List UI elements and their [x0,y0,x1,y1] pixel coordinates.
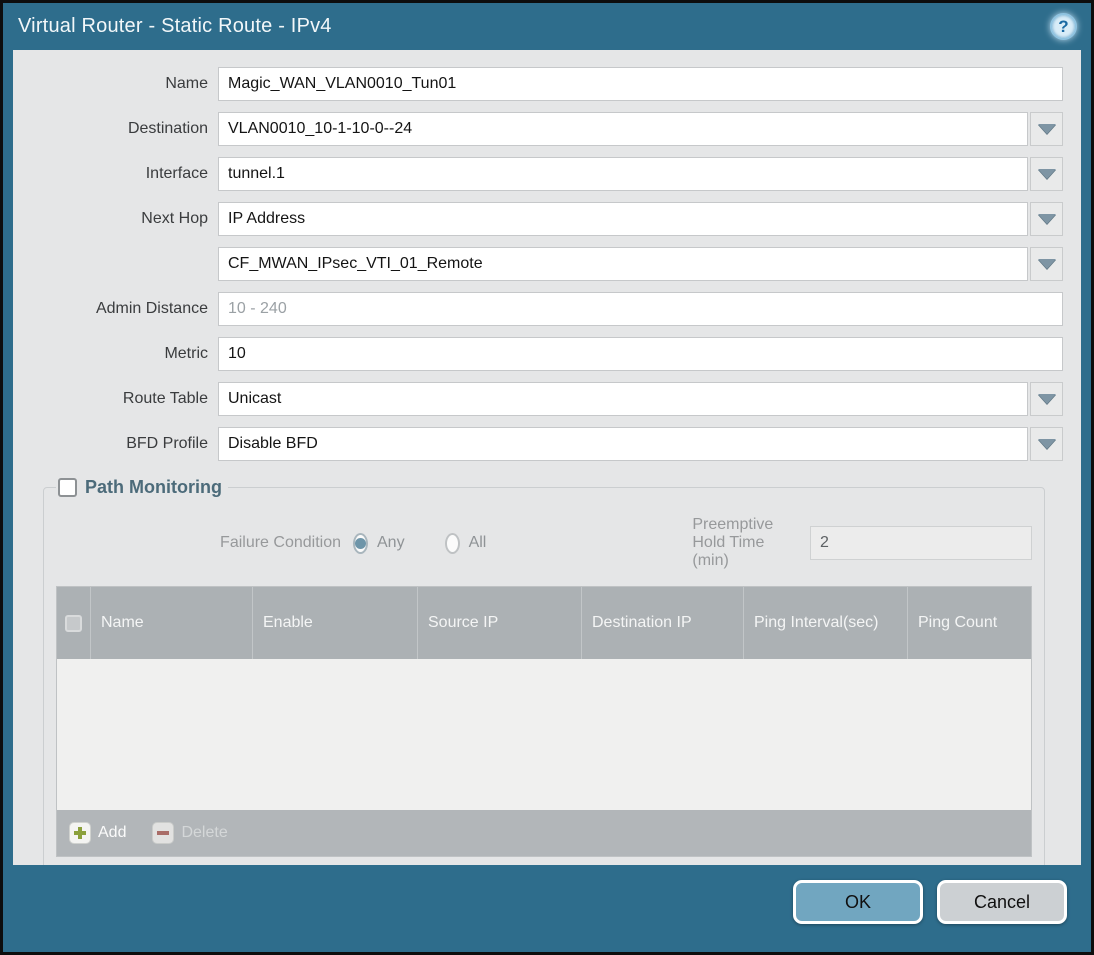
form-row-destination: Destination VLAN0010_10-1-10-0--24 [13,112,1063,146]
failure-condition-row: Failure Condition Any All Preemptive Hol… [56,516,1032,570]
preemptive-hold-time-label: Preemptive Hold Time (min) [692,516,774,569]
delete-button-label: Delete [181,824,228,841]
bfd-profile-input[interactable]: Disable BFD [218,427,1028,461]
plus-icon [69,822,91,844]
route-table-dropdown-button[interactable] [1030,382,1063,416]
help-icon[interactable]: ? [1050,13,1077,40]
table-header-checkbox-cell [57,587,90,659]
destination-label: Destination [127,120,208,137]
chevron-down-icon [1037,214,1056,224]
form-row-admin-distance: Admin Distance [13,292,1063,326]
next-hop-value-input[interactable]: CF_MWAN_IPsec_VTI_01_Remote [218,247,1028,281]
table-header-row: Name Enable Source IP Destination IP Pin… [57,587,1031,659]
add-button-label: Add [98,824,127,841]
route-table-input[interactable]: Unicast [218,382,1028,416]
form-row-interface: Interface tunnel.1 [13,157,1063,191]
admin-distance-input[interactable] [218,292,1063,326]
failure-condition-label: Failure Condition [220,534,341,551]
add-button[interactable]: Add [69,822,126,844]
delete-button[interactable]: Delete [152,822,228,844]
form-row-next-hop-value: CF_MWAN_IPsec_VTI_01_Remote [13,247,1063,281]
failure-condition-any-label: Any [377,534,405,551]
form-row-next-hop: Next Hop IP Address [13,202,1063,236]
chevron-down-icon [1037,169,1056,179]
metric-input[interactable] [218,337,1063,371]
form-row-route-table: Route Table Unicast [13,382,1063,416]
path-monitoring-table: Name Enable Source IP Destination IP Pin… [56,586,1032,857]
table-header-ping-count[interactable]: Ping Count [907,587,1031,659]
bfd-profile-dropdown-button[interactable] [1030,427,1063,461]
next-hop-type-dropdown-button[interactable] [1030,202,1063,236]
name-input[interactable] [218,67,1063,101]
table-header-name[interactable]: Name [90,587,252,659]
name-label: Name [165,75,208,92]
table-body-empty [57,659,1031,810]
path-monitoring-section: Path Monitoring Failure Condition Any Al… [43,477,1045,865]
dialog-footer: OK Cancel [3,865,1091,952]
form-row-bfd-profile: BFD Profile Disable BFD [13,427,1063,461]
failure-condition-all-label: All [468,534,487,551]
table-header-enable[interactable]: Enable [252,587,417,659]
failure-condition-all-radio[interactable] [444,532,460,554]
table-header-source-ip[interactable]: Source IP [417,587,581,659]
table-toolbar: Add Delete [57,810,1031,856]
path-monitoring-checkbox[interactable] [58,478,77,497]
interface-dropdown-button[interactable] [1030,157,1063,191]
chevron-down-icon [1037,259,1056,269]
table-header-destination-ip[interactable]: Destination IP [581,587,743,659]
chevron-down-icon [1037,439,1056,449]
select-all-checkbox[interactable] [65,614,82,632]
next-hop-value-dropdown-button[interactable] [1030,247,1063,281]
form-row-name: Name [13,67,1063,101]
dialog-titlebar: Virtual Router - Static Route - IPv4 ? [3,3,1091,50]
route-table-label: Route Table [122,390,208,407]
next-hop-label: Next Hop [141,210,208,227]
chevron-down-icon [1037,394,1056,404]
bfd-profile-label: BFD Profile [126,435,208,452]
metric-label: Metric [164,345,208,362]
preemptive-hold-time-input[interactable] [810,526,1032,560]
path-monitoring-title: Path Monitoring [85,477,222,497]
interface-label: Interface [145,165,208,182]
static-route-dialog: Virtual Router - Static Route - IPv4 ? N… [0,0,1094,955]
form-row-metric: Metric [13,337,1063,371]
minus-icon [152,822,175,844]
admin-distance-label: Admin Distance [95,300,208,317]
table-header-ping-interval[interactable]: Ping Interval(sec) [743,587,907,659]
failure-condition-any-radio[interactable] [353,532,368,554]
path-monitoring-legend: Path Monitoring [56,477,228,498]
destination-input[interactable]: VLAN0010_10-1-10-0--24 [218,112,1028,146]
interface-input[interactable]: tunnel.1 [218,157,1028,191]
cancel-button[interactable]: Cancel [937,880,1067,924]
ok-button[interactable]: OK [793,880,923,924]
dialog-content: Name Destination VLAN0010_10-1-10-0--24 … [13,50,1081,865]
next-hop-type-input[interactable]: IP Address [218,202,1028,236]
dialog-title: Virtual Router - Static Route - IPv4 [18,15,332,37]
destination-dropdown-button[interactable] [1030,112,1063,146]
chevron-down-icon [1037,124,1056,134]
